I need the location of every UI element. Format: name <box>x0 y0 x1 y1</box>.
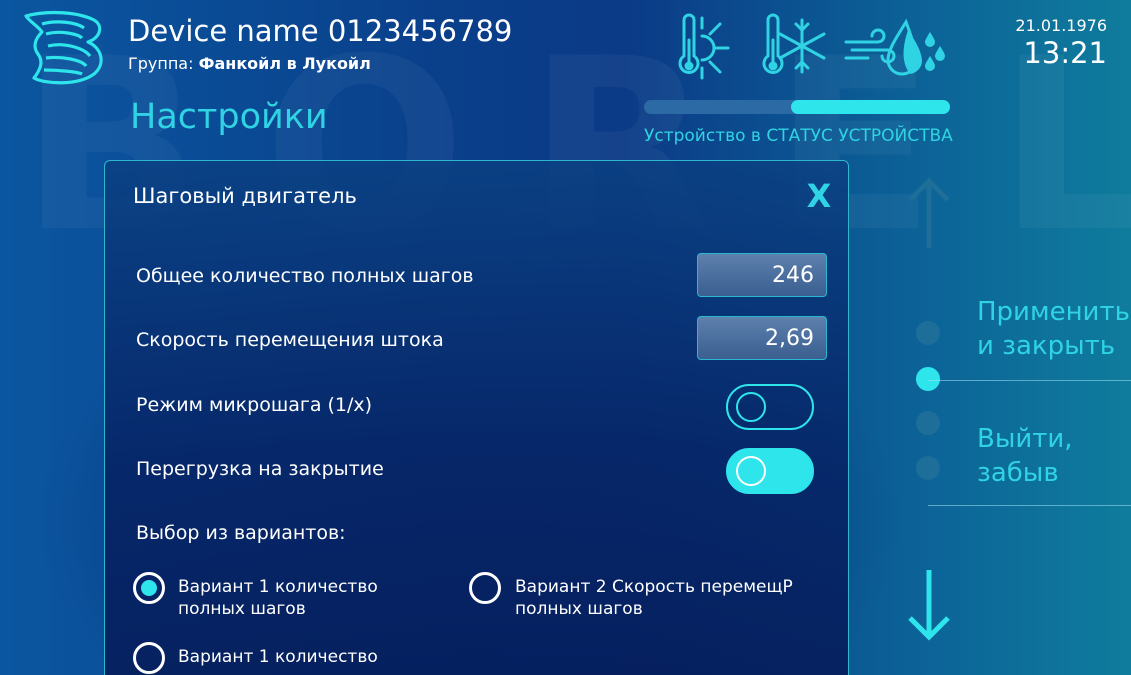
option-label-2[interactable]: Вариант 2 Скорость перемещР полных шагов <box>515 576 793 620</box>
option-label-1-line2: полных шагов <box>178 599 306 619</box>
nav-dot-4[interactable] <box>916 456 940 480</box>
group-label: Группа: <box>128 54 194 73</box>
microstep-toggle[interactable] <box>726 384 814 430</box>
page-title: Настройки <box>130 97 328 137</box>
panel-title: Шаговый двигатель <box>133 184 357 208</box>
side-divider <box>928 380 1131 381</box>
exit-without-saving-button[interactable]: Выйти, забыв <box>977 422 1073 490</box>
overload-toggle[interactable] <box>726 448 814 494</box>
cooling-thermometer-snowflake-icon[interactable] <box>760 10 828 80</box>
option-label-1-line1: Вариант 1 количество <box>178 577 378 597</box>
device-status-progress-fill <box>791 100 950 114</box>
scroll-down-arrow-icon[interactable] <box>906 568 952 642</box>
exit-label-line2: забыв <box>977 458 1059 488</box>
overload-label: Перегрузка на закрытие <box>136 458 384 480</box>
rod-speed-input[interactable] <box>697 316 827 360</box>
rod-speed-label: Скорость перемещения штока <box>136 329 444 351</box>
options-label: Выбор из вариантов: <box>136 522 346 544</box>
total-steps-input[interactable] <box>697 253 827 297</box>
current-time: 13:21 <box>1023 36 1107 70</box>
nav-dot-2[interactable] <box>916 367 940 391</box>
total-steps-label: Общее количество полных шагов <box>136 265 474 287</box>
nav-dot-3[interactable] <box>916 411 940 435</box>
heating-thermometer-sun-icon[interactable] <box>670 10 738 80</box>
option-label-2-line2: полных шагов <box>515 599 643 619</box>
exit-label-line1: Выйти, <box>977 424 1073 454</box>
device-status-progress <box>644 100 950 114</box>
toggle-knob <box>736 456 766 486</box>
device-group: Группа: Фанкойл в Лукойл <box>128 54 371 73</box>
option-radio-1[interactable] <box>133 572 165 604</box>
toggle-knob <box>736 392 766 422</box>
ventilation-humidity-icon[interactable] <box>842 10 948 80</box>
current-date: 21.01.1976 <box>1015 16 1107 35</box>
microstep-label: Режим микрошага (1/x) <box>136 394 373 416</box>
apply-and-close-button[interactable]: Применить и закрыть <box>977 295 1130 363</box>
side-divider <box>928 505 1131 506</box>
option-label-2-line1: Вариант 2 Скорость перемещР <box>515 577 793 597</box>
apply-label-line1: Применить <box>977 297 1130 327</box>
device-status-text: Устройство в СТАТУС УСТРОЙСТВА <box>644 126 953 146</box>
nav-dot-1[interactable] <box>916 321 940 345</box>
option-label-1[interactable]: Вариант 1 количество полных шагов <box>178 576 378 620</box>
device-name: Device name 0123456789 <box>128 14 513 48</box>
group-value: Фанкойл в Лукойл <box>198 54 371 73</box>
apply-label-line2: и закрыть <box>977 331 1116 361</box>
close-button[interactable]: X <box>803 178 835 214</box>
scroll-up-arrow-icon[interactable] <box>906 176 952 250</box>
option-radio-3[interactable] <box>133 642 165 674</box>
option-radio-2[interactable] <box>469 572 501 604</box>
brand-logo-icon <box>24 10 103 85</box>
option-label-3-line1: Вариант 1 количество <box>178 647 378 667</box>
option-label-3[interactable]: Вариант 1 количество <box>178 646 378 668</box>
